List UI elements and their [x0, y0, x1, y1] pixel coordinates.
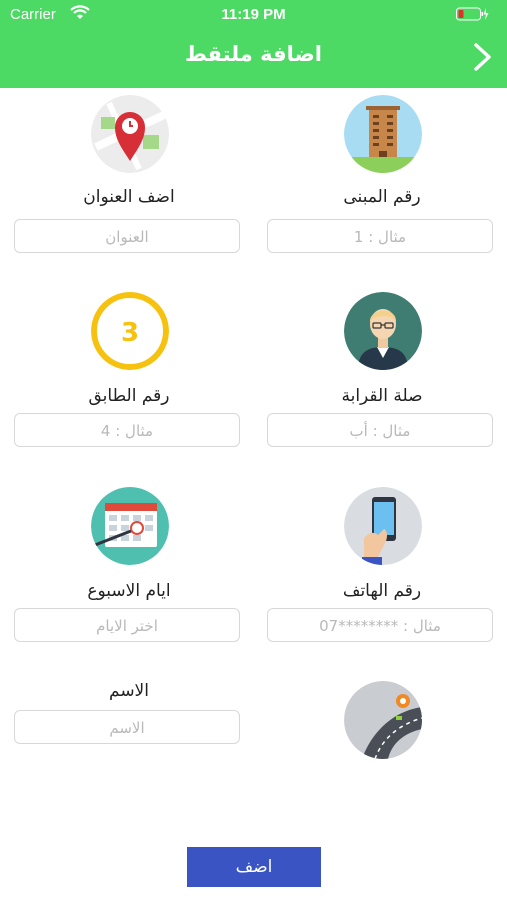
name-input[interactable]: الاسم: [14, 710, 240, 744]
week-days-select[interactable]: اختر الايام: [14, 608, 240, 642]
person-avatar-icon: [344, 292, 422, 370]
chevron-right-icon[interactable]: [471, 42, 495, 72]
floor-number-icon-text: 3: [121, 318, 139, 348]
week-days-label: ايام الاسبوع: [87, 581, 171, 601]
building-number-label: رقم المبنى: [343, 187, 421, 207]
header-bar: Carrier 11:19 PM اضافة ملتقط: [0, 0, 507, 88]
battery-icon: [456, 7, 489, 21]
map-pin-icon: [91, 95, 169, 173]
phone-input[interactable]: مثال : ********07: [267, 608, 493, 642]
road-route-icon: [344, 681, 422, 759]
status-bar: Carrier 11:19 PM: [0, 0, 507, 30]
floor-number-input[interactable]: مثال : 4: [14, 413, 240, 447]
building-icon: [344, 95, 422, 173]
relation-input[interactable]: مثال : أب: [267, 413, 493, 447]
calendar-icon: [91, 487, 169, 565]
floor-number-label: رقم الطابق: [88, 386, 170, 406]
page-title: اضافة ملتقط: [185, 42, 322, 66]
name-label: الاسم: [109, 681, 149, 701]
relation-label: صلة القرابة: [341, 386, 423, 406]
floor-number-icon: 3: [91, 292, 169, 370]
phone-label: رقم الهاتف: [342, 581, 422, 601]
clock: 11:19 PM: [221, 6, 286, 23]
add-button[interactable]: اضف: [187, 847, 321, 887]
address-input[interactable]: العنوان: [14, 219, 240, 253]
building-number-input[interactable]: مثال : 1: [267, 219, 493, 253]
address-label: اضف العنوان: [83, 187, 175, 207]
phone-in-hand-icon: [344, 487, 422, 565]
